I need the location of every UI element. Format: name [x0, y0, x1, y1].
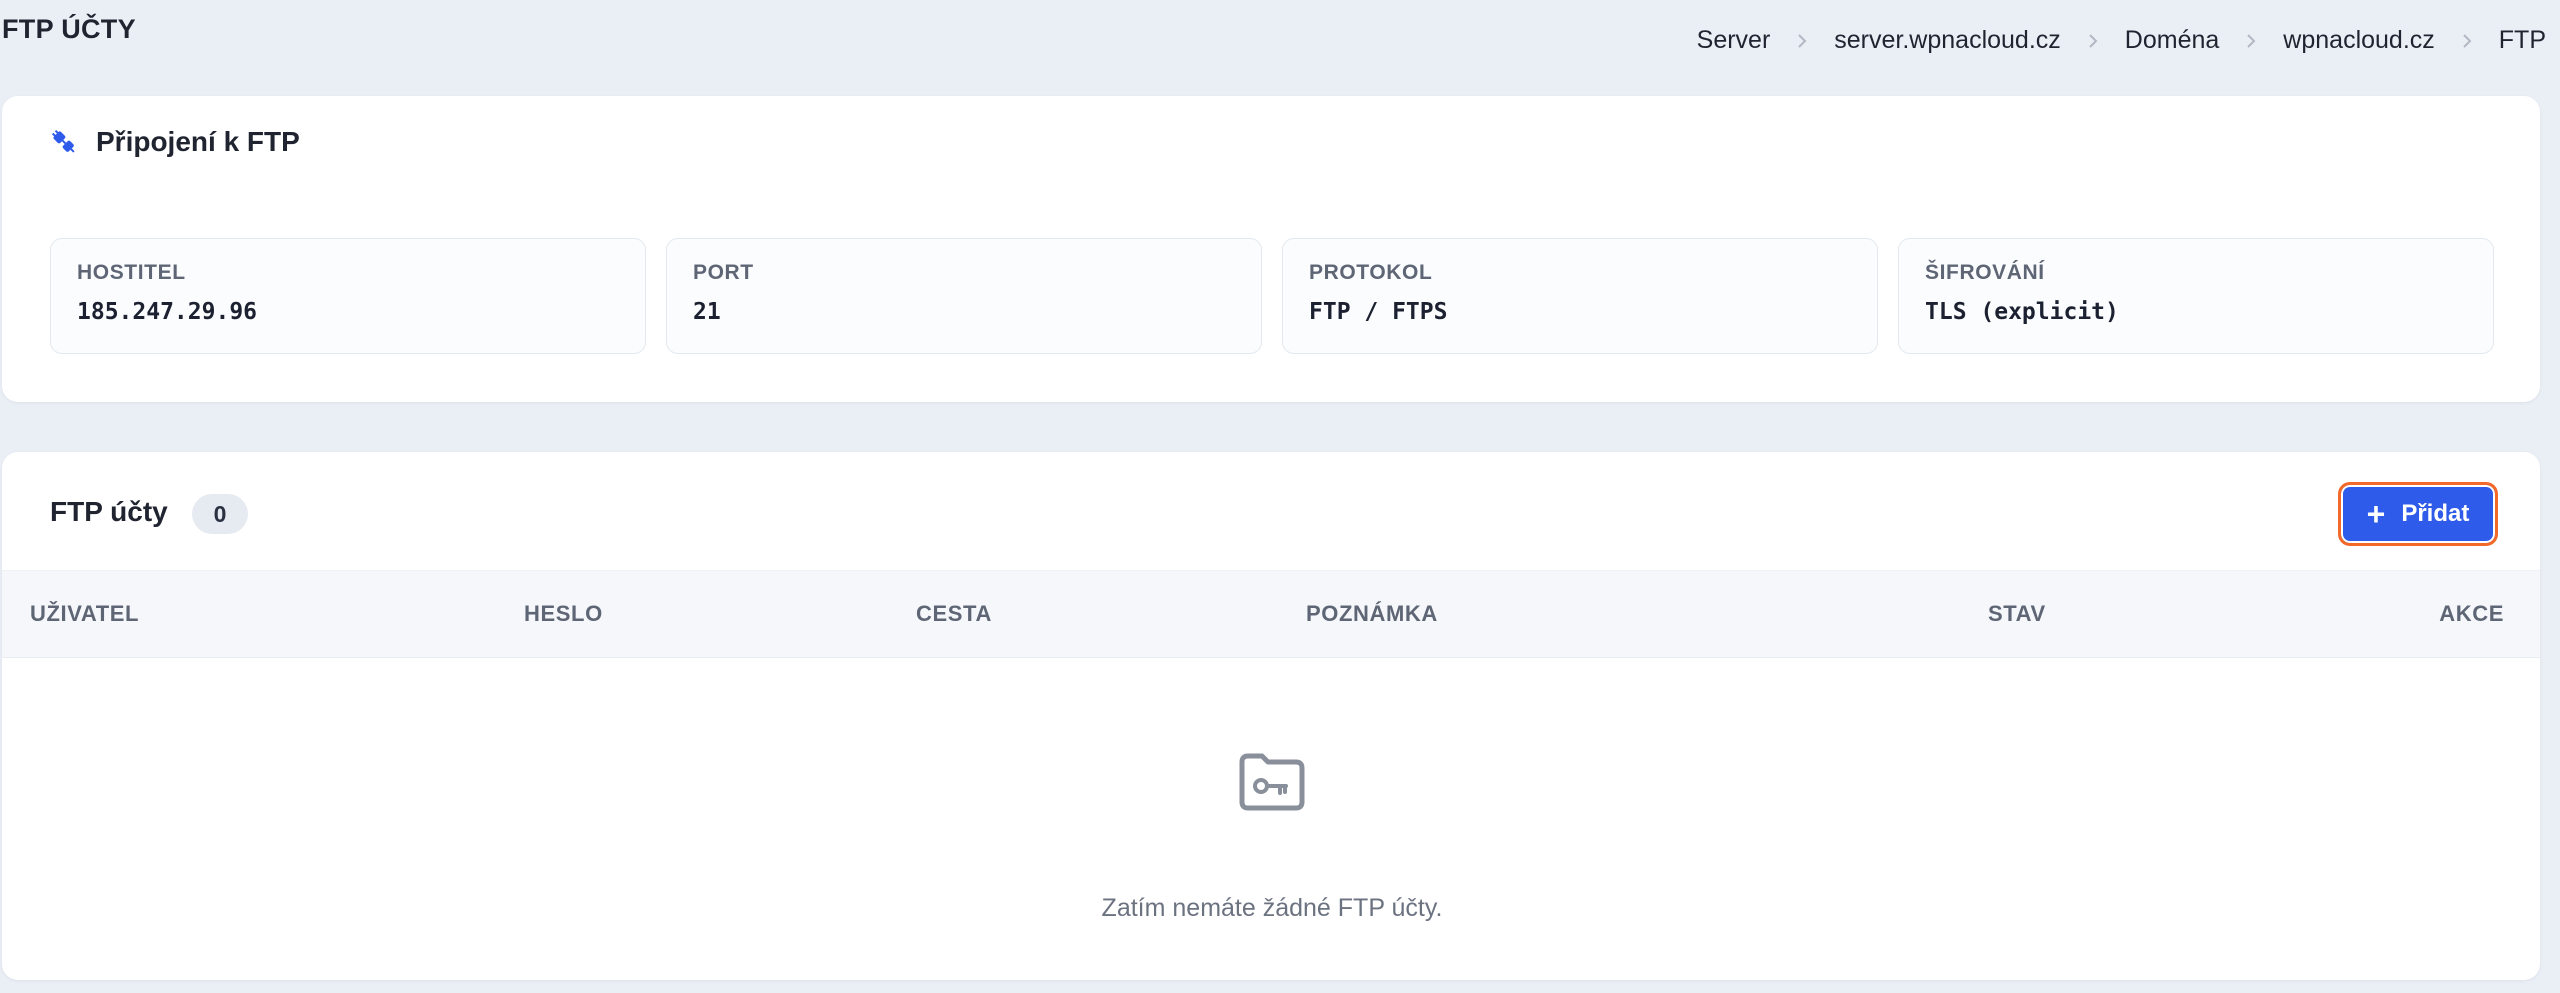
ftp-accounts-count-badge: 0 — [192, 494, 248, 534]
ftp-connection-title: Připojení k FTP — [96, 126, 300, 157]
host-value[interactable]: 185.247.29.96 — [77, 299, 645, 325]
host-field: HOSTITEL 185.247.29.96 — [50, 238, 646, 354]
column-header-status: STAV — [1988, 601, 2046, 626]
empty-state-message: Zatím nemáte žádné FTP účty. — [1101, 894, 1443, 922]
column-header-user: UŽIVATEL — [30, 601, 140, 626]
ftp-connection-fields: HOSTITEL 185.247.29.96 PORT 21 PROTOKOL … — [50, 238, 2494, 354]
port-field: PORT 21 — [666, 238, 1262, 354]
add-ftp-account-button[interactable]: + Přidat — [2338, 482, 2498, 546]
column-header-actions: AKCE — [2439, 601, 2504, 626]
ftp-accounts-card: FTP účty 0 + Přidat UŽIVATEL HESLO CESTA… — [2, 452, 2540, 980]
encryption-field: ŠIFROVÁNÍ TLS (explicit) — [1898, 238, 2494, 354]
chevron-right-icon — [2245, 33, 2257, 49]
plus-icon: + — [2366, 496, 2386, 532]
protocol-value[interactable]: FTP / FTPS — [1309, 299, 1877, 325]
ftp-accounts-title: FTP účty — [50, 496, 168, 527]
ftp-connection-header: Připojení k FTP — [50, 126, 300, 158]
ftp-connection-card: Připojení k FTP HOSTITEL 185.247.29.96 P… — [2, 96, 2540, 402]
plug-icon — [50, 128, 78, 156]
breadcrumb-server[interactable]: Server — [1697, 26, 1771, 55]
ftp-accounts-header: FTP účty 0 + Přidat — [2, 452, 2540, 570]
empty-state: Zatím nemáte žádné FTP účty. — [2, 658, 2540, 980]
protocol-label: PROTOKOL — [1309, 261, 1433, 284]
folder-key-icon — [1238, 752, 1306, 812]
table-header: UŽIVATEL HESLO CESTA POZNÁMKA STAV AKCE — [2, 570, 2540, 658]
column-header-note: POZNÁMKA — [1306, 601, 1438, 626]
protocol-field: PROTOKOL FTP / FTPS — [1282, 238, 1878, 354]
breadcrumb-current: FTP — [2498, 26, 2546, 54]
chevron-right-icon — [2087, 33, 2099, 49]
chevron-right-icon — [1796, 33, 1808, 49]
breadcrumb-server-host[interactable]: server.wpnacloud.cz — [1834, 26, 2061, 55]
column-header-password: HESLO — [524, 601, 603, 626]
encryption-label: ŠIFROVÁNÍ — [1925, 261, 2045, 284]
add-button-label: Přidat — [2401, 500, 2470, 527]
column-header-path: CESTA — [916, 601, 992, 626]
breadcrumb: Server server.wpnacloud.cz Doména wpnacl… — [1697, 26, 2546, 55]
port-label: PORT — [693, 261, 754, 284]
host-label: HOSTITEL — [77, 261, 186, 284]
port-value[interactable]: 21 — [693, 299, 1261, 325]
encryption-value[interactable]: TLS (explicit) — [1925, 299, 2493, 325]
page-title: FTP ÚČTY — [2, 14, 136, 44]
chevron-right-icon — [2461, 33, 2473, 49]
breadcrumb-domain[interactable]: Doména — [2125, 26, 2220, 55]
breadcrumb-domain-name[interactable]: wpnacloud.cz — [2283, 26, 2434, 55]
